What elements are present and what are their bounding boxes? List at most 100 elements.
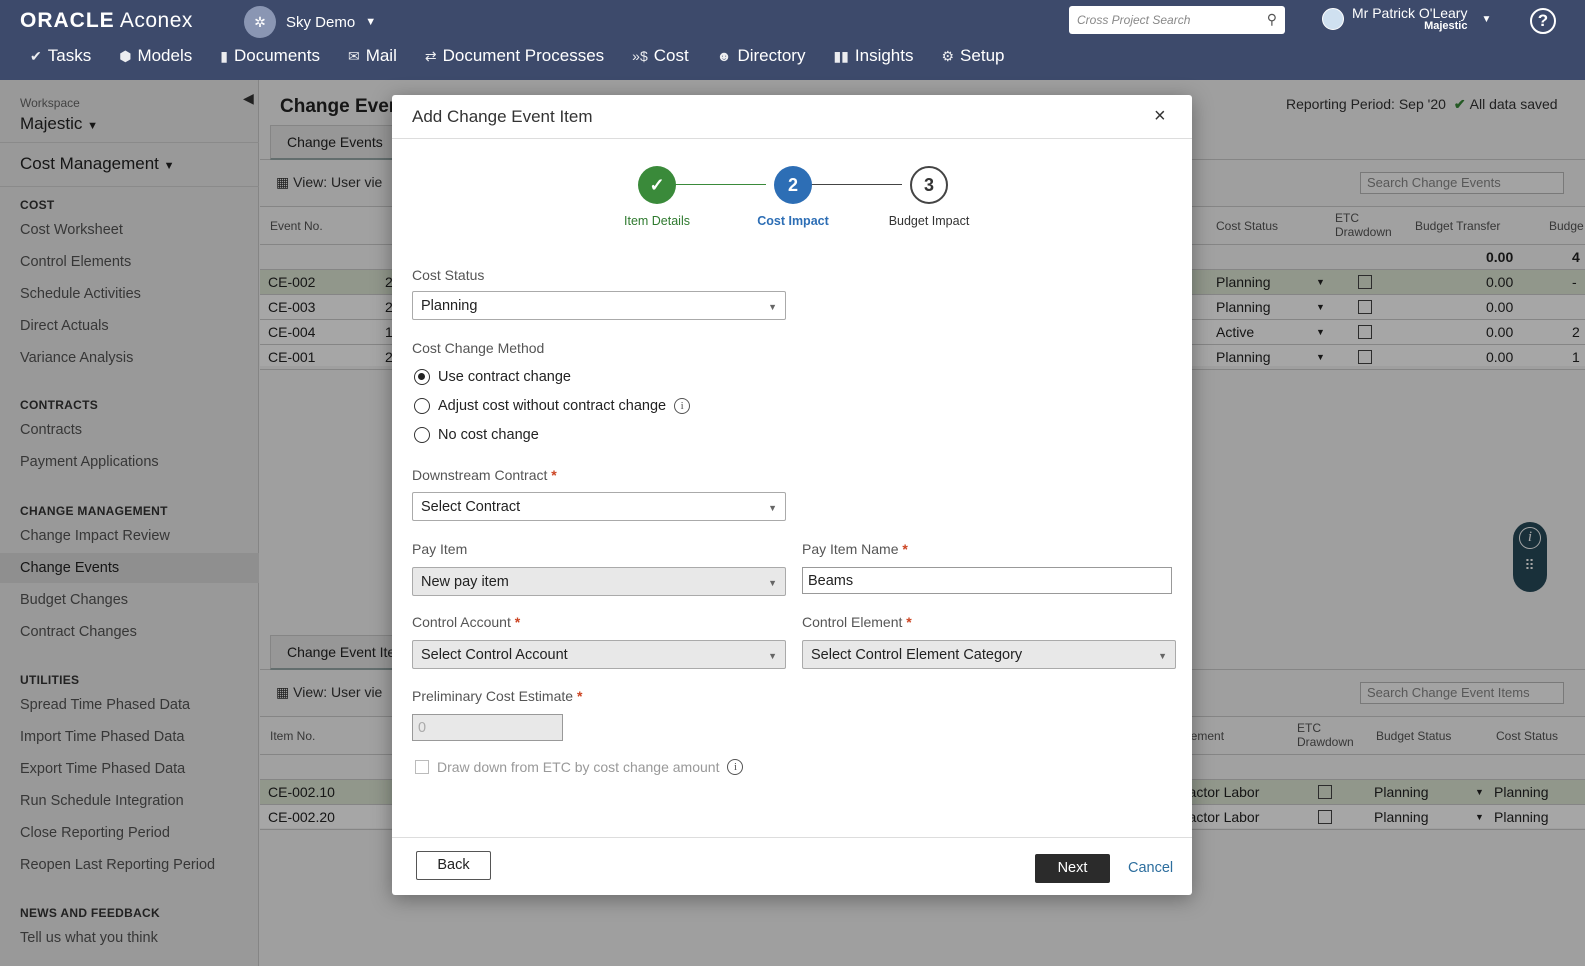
user-name: Mr Patrick O'Leary (1352, 5, 1468, 21)
required-marker: * (906, 614, 912, 630)
workflow-icon: ⇄ (424, 47, 437, 64)
cost-change-method-label: Cost Change Method (412, 340, 545, 356)
radio-use-contract-change[interactable]: Use contract change (414, 369, 571, 385)
gear-icon: ⚙ (941, 47, 955, 64)
people-icon: ☻ (716, 48, 732, 64)
required-marker: * (902, 541, 908, 557)
estimate-label: Preliminary Cost Estimate * (412, 688, 582, 704)
nav-mail[interactable]: ✉ Mail (348, 46, 397, 66)
label-text: Downstream Contract (412, 467, 548, 483)
cost-icon: »$ (632, 48, 648, 64)
user-org: Majestic (1424, 20, 1468, 32)
back-button[interactable]: Back (416, 851, 491, 880)
chevron-down-icon: ▼ (365, 16, 377, 28)
chevron-down-icon: ▼ (1481, 13, 1492, 25)
nav-label: Cost (653, 46, 689, 65)
dialog-footer: Back Next Cancel (392, 837, 1192, 895)
pay-item-select[interactable]: New pay item ▼ (412, 567, 786, 596)
nav-label: Document Processes (442, 46, 605, 65)
downstream-contract-select[interactable]: Select Contract ▼ (412, 492, 786, 521)
pay-item-name-input[interactable]: Beams (802, 567, 1172, 594)
step-budget-impact[interactable]: 3 (910, 166, 948, 204)
top-bar: ORACLE Aconex ✲ Sky Demo ▼ Cross Project… (0, 0, 1585, 80)
cross-project-search-input[interactable]: Cross Project Search ⚲ (1069, 6, 1285, 34)
nav-label: Tasks (47, 46, 92, 65)
nav-label: Setup (960, 46, 1005, 65)
logo-product: Aconex (119, 9, 193, 32)
main-nav: ✔ Tasks ⬢ Models ▮ Documents ✉ Mail ⇄ Documen… (30, 46, 1032, 66)
dialog-header: Add Change Event Item × (392, 95, 1192, 139)
next-button[interactable]: Next (1035, 854, 1110, 883)
logo-brand: ORACLE (20, 9, 115, 32)
step-item-details-icon[interactable]: ✓ (638, 166, 676, 204)
step-label-cost-impact: Cost Impact (757, 214, 829, 228)
bar-chart-icon: ▮▮ (833, 47, 849, 64)
radio-label: Use contract change (438, 369, 571, 385)
pay-item-name-label: Pay Item Name * (802, 541, 908, 557)
step-connector (670, 184, 766, 185)
control-element-value: Select Control Element Category (811, 647, 1023, 663)
control-element-select[interactable]: Select Control Element Category ▼ (802, 640, 1176, 669)
caret-down-icon: ▼ (768, 503, 777, 513)
caret-down-icon: ▼ (768, 651, 777, 661)
control-account-label: Control Account * (412, 614, 520, 630)
info-icon[interactable]: i (674, 398, 691, 414)
nav-tasks[interactable]: ✔ Tasks (30, 46, 91, 66)
estimate-placeholder: 0 (418, 720, 427, 736)
nav-setup[interactable]: ⚙ Setup (941, 46, 1004, 66)
nav-directory[interactable]: ☻ Directory (717, 46, 806, 66)
nav-cost[interactable]: »$ Cost (632, 46, 689, 66)
avatar (1322, 8, 1344, 30)
mail-icon: ✉ (347, 47, 360, 64)
radio-no-cost-change[interactable]: No cost change (414, 427, 539, 443)
drawdown-checkbox[interactable] (415, 760, 429, 774)
nav-insights[interactable]: ▮▮ Insights (833, 46, 913, 66)
project-switcher[interactable]: ✲ Sky Demo ▼ (244, 6, 376, 38)
search-icon[interactable]: ⚲ (1267, 11, 1277, 28)
caret-down-icon: ▼ (1158, 651, 1167, 661)
nav-documents[interactable]: ▮ Documents (220, 46, 320, 66)
step-label-budget-impact: Budget Impact (888, 214, 970, 228)
cost-status-value: Planning (421, 298, 478, 314)
document-icon: ▮ (220, 47, 228, 64)
pay-item-name-value: Beams (808, 573, 854, 589)
control-account-select[interactable]: Select Control Account ▼ (412, 640, 786, 669)
radio-adjust-cost[interactable]: Adjust cost without contract change i (414, 398, 691, 414)
cost-status-label: Cost Status (412, 267, 485, 283)
cube-icon: ⬢ (119, 47, 132, 64)
dialog-title: Add Change Event Item (412, 107, 593, 126)
info-icon[interactable]: i (727, 759, 744, 775)
label-text: Pay Item Name (802, 541, 899, 557)
add-change-event-item-dialog: Add Change Event Item × ✓ 2 3 Item Detai… (392, 95, 1192, 895)
nav-models[interactable]: ⬢ Models (119, 46, 192, 66)
cancel-button[interactable]: Cancel (1128, 860, 1173, 876)
radio-unselected-icon (414, 427, 430, 443)
step-label-item-details: Item Details (624, 214, 690, 228)
control-account-value: Select Control Account (421, 647, 568, 663)
pay-item-value: New pay item (421, 574, 509, 590)
step-connector (806, 184, 902, 185)
drawdown-checkbox-row[interactable]: Draw down from ETC by cost change amount… (415, 759, 744, 775)
preliminary-cost-estimate-input[interactable]: 0 (412, 714, 563, 741)
nav-label: Models (137, 46, 193, 65)
help-icon[interactable]: ? (1530, 8, 1556, 34)
nav-label: Insights (854, 46, 914, 65)
caret-down-icon: ▼ (768, 302, 777, 312)
project-name: Sky Demo (286, 13, 356, 31)
project-icon: ✲ (244, 6, 276, 38)
control-element-label: Control Element * (802, 614, 912, 630)
radio-label: Adjust cost without contract change (438, 398, 667, 414)
required-marker: * (576, 688, 583, 704)
radio-unselected-icon (414, 398, 430, 414)
logo[interactable]: ORACLE Aconex (20, 9, 193, 33)
search-placeholder: Cross Project Search (1077, 13, 1191, 27)
step-cost-impact[interactable]: 2 (774, 166, 812, 204)
pay-item-label: Pay Item (412, 541, 468, 557)
nav-document-processes[interactable]: ⇄ Document Processes (425, 46, 604, 66)
nav-label: Directory (737, 46, 806, 65)
close-icon[interactable]: × (1154, 105, 1166, 128)
cost-status-select[interactable]: Planning ▼ (412, 291, 786, 320)
user-menu[interactable]: Mr Patrick O'Leary Majestic ▼ (1322, 6, 1491, 32)
label-text: Preliminary Cost Estimate (412, 688, 574, 704)
caret-down-icon: ▼ (768, 578, 777, 588)
